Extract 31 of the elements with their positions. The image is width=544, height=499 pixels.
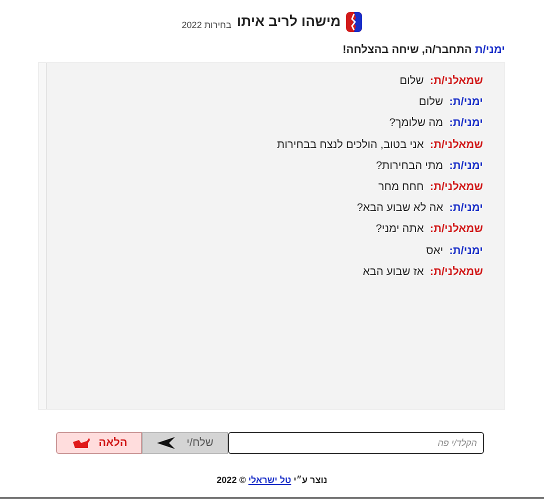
author-link[interactable]: טל ישראלי (248, 474, 292, 484)
speaker-label: ימני/ת: (449, 96, 483, 108)
speaker-label: שמאלני/ת: (430, 180, 483, 193)
send-button[interactable]: שלח/י (142, 432, 228, 454)
app-title: מישהו לריב איתו (236, 12, 341, 31)
speaker-label: שמאלני/ת: (430, 223, 483, 236)
speaker-label: ימני/ת: (449, 117, 483, 130)
message-text: שלום (400, 75, 424, 87)
speaker-label: שמאלני/ת: (430, 138, 483, 151)
speaker-label: ימני/ת: (449, 160, 483, 172)
speaker-label: ימני/ת: (449, 202, 483, 214)
send-icon (156, 437, 175, 449)
message-input[interactable]: הקלד/י פה (228, 432, 484, 454)
message-text: מתי הבחירות? (376, 160, 444, 172)
speaker-label: ימני/ת: (449, 244, 483, 256)
message-text: חחח מחר (378, 180, 424, 193)
message-text: אני בטוב, הולכים לנצח בבחירות (277, 138, 424, 151)
speaker-label: שמאלני/ת: (430, 75, 483, 87)
message-text: אה לא שבוע הבא? (356, 202, 444, 214)
message-text: אז שבוע הבא (362, 266, 424, 278)
next-button[interactable]: הלאה (56, 432, 142, 454)
speaker-label: שמאלני/ת: (430, 266, 483, 278)
message-text: יאס (426, 244, 444, 256)
logo-icon (346, 12, 362, 32)
scrollbar[interactable] (39, 63, 47, 409)
message-text: אתה ימני? (376, 223, 424, 236)
app-subtitle: בחירות 2022 (182, 18, 232, 32)
message-text: שלום (418, 96, 444, 108)
status-message: התחבר/ה, שיחה בהצלחה! (342, 44, 472, 56)
status-speaker: ימני/ת (474, 44, 505, 56)
message-text: מה שלומך? (389, 117, 444, 130)
